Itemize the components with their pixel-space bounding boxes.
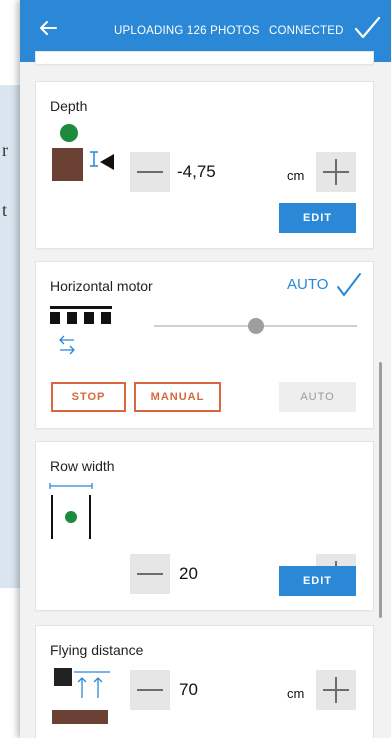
depth-icon (52, 124, 114, 181)
depth-value: -4,75 (177, 162, 216, 181)
depth-increase-button[interactable] (316, 152, 356, 192)
flying-distance-card: Flying distance 70 cm (36, 626, 373, 738)
minus-icon (137, 573, 163, 575)
minus-icon (137, 689, 163, 691)
depth-decrease-button[interactable] (130, 152, 170, 192)
motor-mode-label: AUTO (287, 276, 329, 293)
previous-card (36, 52, 373, 64)
row-width-value: 20 (179, 564, 198, 583)
minus-icon (137, 171, 163, 173)
stop-button[interactable]: STOP (51, 382, 126, 412)
manual-button[interactable]: MANUAL (134, 382, 221, 412)
depth-card: Depth -4,75 cm EDIT (36, 82, 373, 248)
check-icon[interactable] (353, 14, 381, 42)
card-title: Row width (50, 458, 115, 474)
flying-distance-value: 70 (179, 680, 198, 699)
row-width-card: Row width 20 cm EDIT (36, 442, 373, 610)
flying-distance-increase-button[interactable] (316, 670, 356, 710)
row-width-edit-button[interactable]: EDIT (279, 566, 356, 596)
card-title: Horizontal motor (50, 278, 153, 294)
card-title: Depth (50, 98, 88, 114)
card-title: Flying distance (50, 642, 144, 658)
flying-distance-icon (52, 668, 110, 724)
connection-status: CONNECTED (269, 25, 344, 37)
background-text: t (2, 200, 8, 220)
horizontal-motor-card: Horizontal motor AUTO STOP MANUAL AUTO (36, 262, 373, 428)
row-width-decrease-button[interactable] (130, 554, 170, 594)
depth-edit-button[interactable]: EDIT (279, 203, 356, 233)
scrollbar[interactable] (379, 362, 382, 618)
auto-button[interactable]: AUTO (279, 382, 356, 412)
background-text: r (2, 140, 8, 160)
flying-distance-unit: cm (287, 686, 305, 701)
motor-track-icon (50, 306, 112, 355)
depth-unit: cm (287, 168, 305, 183)
slider-thumb[interactable] (247, 318, 264, 334)
settings-scroll-area[interactable]: Depth -4,75 cm EDIT Horizontal motor AUT… (20, 52, 391, 738)
arrow-left-icon[interactable] (34, 14, 62, 42)
phone-screen: UPLOADING 126 PHOTOS CONNECTED Depth -4,… (20, 0, 391, 738)
check-icon (337, 273, 361, 296)
flying-distance-decrease-button[interactable] (130, 670, 170, 710)
row-width-icon (49, 483, 93, 539)
upload-status: UPLOADING 126 PHOTOS (114, 25, 260, 37)
